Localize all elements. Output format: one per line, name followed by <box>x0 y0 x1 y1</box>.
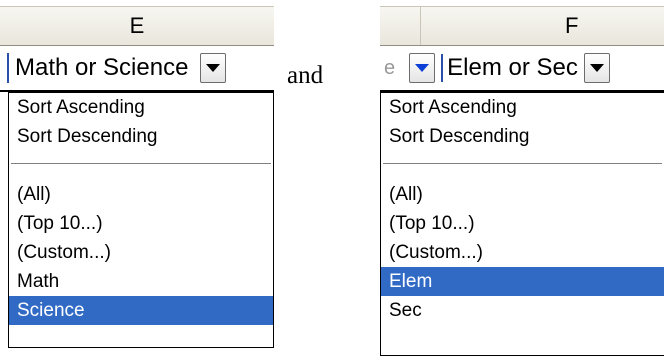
column-header-f[interactable]: F <box>380 6 664 47</box>
column-letter: F <box>565 13 579 38</box>
dropdown-arrow-icon <box>206 64 221 72</box>
column-header-e[interactable]: E <box>0 6 274 47</box>
dropdown-arrow-icon <box>589 64 604 72</box>
filter-dropdown-list: Sort Ascending Sort Descending (All) (Top 1… <box>380 92 664 356</box>
autofilter-dropdown-button[interactable] <box>583 53 610 83</box>
menu-divider <box>11 163 271 164</box>
menu-item[interactable]: (Top 10...) <box>9 209 273 238</box>
menu-item[interactable]: (All) <box>381 180 664 209</box>
menu-item[interactable]: Math <box>9 267 273 296</box>
menu-item[interactable]: Sort Descending <box>9 122 273 151</box>
conjunction-text: and <box>287 62 324 89</box>
autofilter-dropdown-button-active[interactable] <box>409 53 436 83</box>
cell-text: Elem or Sec <box>441 54 578 82</box>
menu-item[interactable]: Elem <box>381 267 664 296</box>
filter-dropdown-list: Sort Ascending Sort Descending (All) (Top 1… <box>8 92 274 348</box>
column-letter: E <box>129 13 145 38</box>
menu-item[interactable]: Sec <box>381 296 664 325</box>
column-separator <box>420 7 421 45</box>
header-cell-elem-or-sec[interactable]: e Elem or Sec <box>380 46 664 92</box>
left-filter-panel: E Math or Science Sort Ascending Sort Des… <box>0 0 274 348</box>
menu-item[interactable]: (Custom...) <box>9 238 273 267</box>
cell-edge <box>4 53 9 83</box>
header-cell-math-or-science[interactable]: Math or Science <box>0 46 274 92</box>
partial-cell-text: e <box>384 56 396 79</box>
menu-item[interactable]: Science <box>9 296 273 325</box>
cell-text: Math or Science <box>15 54 189 81</box>
autofilter-dropdown-button[interactable] <box>200 53 227 83</box>
menu-divider <box>383 163 662 164</box>
menu-item[interactable]: (Custom...) <box>381 238 664 267</box>
dropdown-arrow-icon <box>415 64 430 72</box>
menu-item[interactable]: Sort Ascending <box>9 93 273 122</box>
menu-item[interactable]: (Top 10...) <box>381 209 664 238</box>
menu-item[interactable]: Sort Descending <box>381 122 664 151</box>
menu-item[interactable]: (All) <box>9 180 273 209</box>
right-filter-panel: F e Elem or Sec Sort Ascending Sort Desce… <box>380 0 664 356</box>
menu-item[interactable]: Sort Ascending <box>381 93 664 122</box>
